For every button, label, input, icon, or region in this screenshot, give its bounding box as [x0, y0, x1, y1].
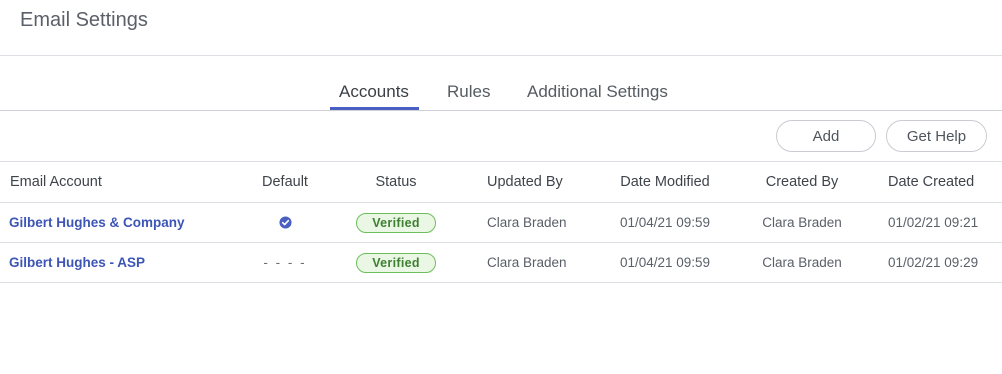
date-created-cell: 01/02/21 09:29 [888, 255, 979, 270]
email-account-link[interactable]: Gilbert Hughes & Company [9, 215, 185, 230]
table-header-row: Email Account Default Status Updated By … [0, 162, 1002, 203]
table-row[interactable]: Gilbert Hughes - ASP - - - - Verified Cl… [0, 243, 1002, 283]
page-header: Email Settings [0, 0, 1002, 56]
column-header-email-account[interactable]: Email Account [10, 162, 102, 202]
add-button[interactable]: Add [776, 120, 876, 152]
date-modified-cell: 01/04/21 09:59 [619, 255, 711, 270]
check-circle-icon [278, 216, 292, 229]
updated-by-cell: Clara Braden [487, 215, 567, 230]
column-header-date-modified[interactable]: Date Modified [600, 162, 730, 202]
table-row[interactable]: Gilbert Hughes & Company Verified Clara … [0, 203, 1002, 243]
get-help-button[interactable]: Get Help [886, 120, 987, 152]
tab-additional-settings[interactable]: Additional Settings [527, 82, 668, 110]
tab-accounts[interactable]: Accounts [330, 82, 419, 110]
date-created-cell: 01/02/21 09:21 [888, 215, 979, 230]
column-header-updated-by[interactable]: Updated By [487, 162, 563, 202]
accounts-table: Email Account Default Status Updated By … [0, 162, 1002, 283]
column-header-date-created[interactable]: Date Created [888, 162, 974, 202]
column-header-created-by[interactable]: Created By [747, 162, 857, 202]
column-header-status[interactable]: Status [346, 162, 446, 202]
created-by-cell: Clara Braden [762, 255, 842, 270]
date-modified-cell: 01/04/21 09:59 [619, 215, 711, 230]
status-badge: Verified [356, 252, 436, 273]
column-header-default[interactable]: Default [246, 162, 324, 202]
tab-rules[interactable]: Rules [447, 82, 490, 110]
default-cell [246, 203, 324, 242]
created-by-cell: Clara Braden [762, 215, 842, 230]
email-account-link[interactable]: Gilbert Hughes - ASP [9, 255, 145, 270]
updated-by-cell: Clara Braden [487, 255, 567, 270]
page-title: Email Settings [20, 9, 148, 31]
default-placeholder: - - - - [263, 255, 307, 270]
toolbar: Add Get Help [0, 111, 1002, 162]
status-badge: Verified [356, 212, 436, 233]
settings-tabs: Accounts Rules Additional Settings [0, 56, 1002, 111]
